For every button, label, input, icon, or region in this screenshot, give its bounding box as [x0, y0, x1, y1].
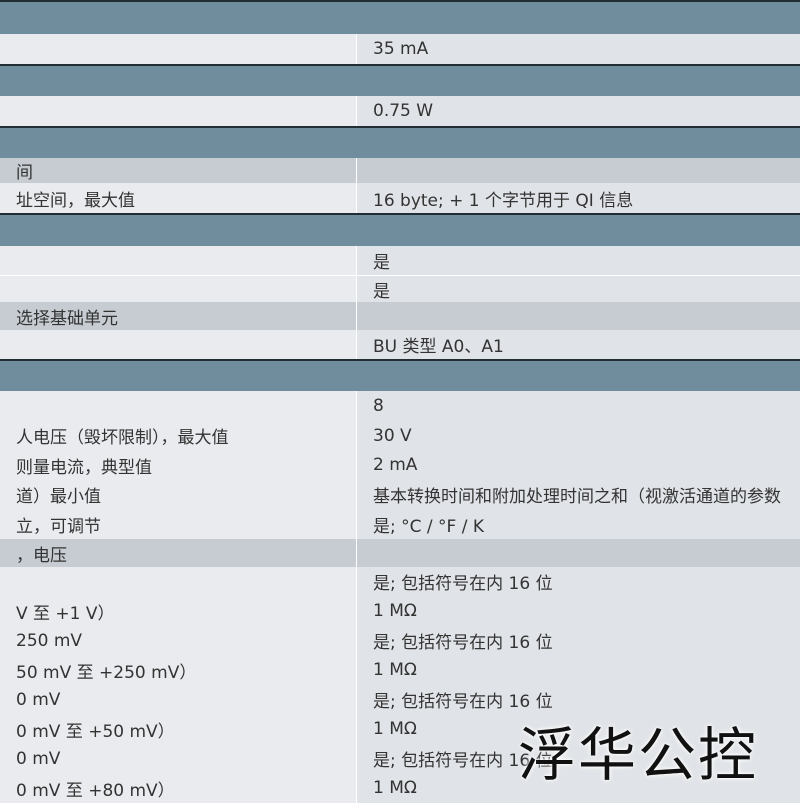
spec-label-cell: 立，可调节: [0, 509, 356, 539]
spec-value: 是; 包括符号在内 16 位: [373, 633, 553, 653]
spec-label: 0 mV 至 +50 mV）: [16, 721, 175, 742]
spec-value-cell: 30 V: [356, 421, 800, 450]
spec-value: 16 byte; + 1 个字节用于 QI 信息: [373, 190, 634, 211]
spec-value: 1 MΩ: [373, 778, 417, 798]
subsection-row: 间: [0, 158, 800, 183]
spec-value: 是; 包括符号在内 16 位: [373, 574, 553, 594]
spec-label-cell: [0, 276, 356, 302]
spec-label: 则量电流，典型值: [16, 457, 152, 478]
spec-row: BU 类型 A0、A1: [0, 330, 800, 359]
spec-value: 是: [373, 253, 390, 273]
spec-label-cell: [0, 246, 356, 275]
spec-value-cell: 是; °C / °F / K: [356, 509, 800, 539]
watermark-text: 浮华公控: [518, 721, 759, 789]
spec-row: 35 mA: [0, 34, 800, 64]
subsection-value-cell: [356, 302, 800, 330]
spec-value: BU 类型 A0、A1: [373, 337, 504, 357]
subsection-label: 间: [16, 163, 33, 183]
spec-label: 立，可调节: [16, 516, 101, 537]
spec-label: 址空间，最大值: [16, 190, 135, 211]
spec-label-cell: 0 mV 至 +50 mV）: [0, 714, 356, 744]
spec-value: 8: [373, 396, 384, 416]
subsection-row: 选择基础单元: [0, 302, 800, 330]
spec-table: 35 mA 0.75 W 间址空间，最大值 16 byte; + 1 个字节用于 QI…: [0, 0, 800, 803]
spec-label-cell: [0, 96, 356, 126]
spec-label-cell: [0, 34, 356, 64]
spec-row: 道）最小值 基本转换时间和附加处理时间之和（视激活通道的参数: [0, 480, 800, 509]
spec-label: 人电压（毁坏限制），最大值: [16, 428, 229, 448]
spec-label-cell: [0, 330, 356, 359]
spec-value-cell: 1 MΩ: [356, 596, 800, 626]
spec-value-cell: 1 MΩ: [356, 655, 800, 685]
section-header-bar: [0, 213, 800, 246]
spec-row: V 至 +1 V） 1 MΩ: [0, 596, 800, 626]
spec-row: 8: [0, 391, 800, 421]
spec-value-cell: 是; 包括符号在内 16 位: [356, 567, 800, 596]
spec-value: 1 MΩ: [373, 601, 417, 621]
spec-label: V 至 +1 V）: [16, 603, 115, 624]
spec-value-cell: 是; 包括符号在内 16 位: [356, 626, 800, 655]
spec-label-cell: 则量电流，典型值: [0, 450, 356, 480]
spec-row: 50 mV 至 +250 mV） 1 MΩ: [0, 655, 800, 685]
spec-label-cell: 250 mV: [0, 626, 356, 655]
section-header-bar: [0, 126, 800, 158]
spec-label: 250 mV: [16, 630, 83, 651]
subsection-value-cell: [356, 539, 800, 567]
spec-value-cell: 是: [356, 246, 800, 275]
spec-value-cell: 35 mA: [356, 34, 800, 64]
spec-label: 0 mV 至 +80 mV）: [16, 780, 175, 801]
spec-value-cell: 2 mA: [356, 450, 800, 480]
section-header-bar: [0, 359, 800, 391]
spec-label-cell: V 至 +1 V）: [0, 596, 356, 626]
spec-value-cell: 基本转换时间和附加处理时间之和（视激活通道的参数: [356, 480, 800, 509]
section-header-bar: [0, 64, 800, 96]
spec-value-cell: 0.75 W: [356, 96, 800, 126]
spec-row: 250 mV 是; 包括符号在内 16 位: [0, 626, 800, 655]
spec-value-cell: 8: [356, 391, 800, 421]
spec-value: 基本转换时间和附加处理时间之和（视激活通道的参数: [373, 487, 781, 507]
spec-row: 0.75 W: [0, 96, 800, 126]
subsection-label-cell: ，电压: [0, 539, 356, 567]
subsection-label-cell: 间: [0, 158, 356, 183]
spec-value-cell: 16 byte; + 1 个字节用于 QI 信息: [356, 183, 800, 213]
spec-value-cell: 是: [356, 276, 800, 302]
spec-label-cell: 址空间，最大值: [0, 183, 356, 213]
spec-label: 50 mV 至 +250 mV）: [16, 662, 197, 683]
spec-value-cell: BU 类型 A0、A1: [356, 330, 800, 359]
spec-value: 0.75 W: [373, 101, 434, 121]
spec-label: 0 mV: [16, 748, 61, 769]
spec-label-cell: 50 mV 至 +250 mV）: [0, 655, 356, 685]
spec-row: 是: [0, 276, 800, 302]
spec-label: 道）最小值: [16, 487, 101, 507]
spec-row: 则量电流，典型值 2 mA: [0, 450, 800, 480]
subsection-label: 选择基础单元: [16, 308, 118, 329]
subsection-row: ，电压: [0, 539, 800, 567]
spec-row: 址空间，最大值 16 byte; + 1 个字节用于 QI 信息: [0, 183, 800, 213]
spec-label-cell: 0 mV: [0, 744, 356, 773]
spec-row: 是: [0, 246, 800, 276]
spec-row: 立，可调节 是; °C / °F / K: [0, 509, 800, 539]
spec-value: 1 MΩ: [373, 719, 417, 739]
spec-value: 1 MΩ: [373, 660, 417, 680]
subsection-value-cell: [356, 158, 800, 183]
subsection-label-cell: 选择基础单元: [0, 302, 356, 330]
spec-value: 2 mA: [373, 455, 418, 475]
spec-label: 0 mV: [16, 689, 61, 710]
spec-row: 人电压（毁坏限制），最大值 30 V: [0, 421, 800, 450]
spec-label-cell: 0 mV: [0, 685, 356, 714]
spec-value: 是: [373, 281, 390, 302]
spec-label-cell: 道）最小值: [0, 480, 356, 509]
spec-row: 是; 包括符号在内 16 位: [0, 567, 800, 596]
spec-value: 35 mA: [373, 39, 429, 59]
spec-label-cell: 人电压（毁坏限制），最大值: [0, 421, 356, 450]
spec-label-cell: [0, 567, 356, 596]
spec-value: 是; °C / °F / K: [373, 516, 484, 537]
spec-label-cell: [0, 391, 356, 421]
section-header-bar: [0, 0, 800, 34]
spec-label-cell: 0 mV 至 +80 mV）: [0, 773, 356, 803]
spec-value: 30 V: [373, 425, 412, 446]
subsection-label: ，电压: [16, 545, 67, 566]
